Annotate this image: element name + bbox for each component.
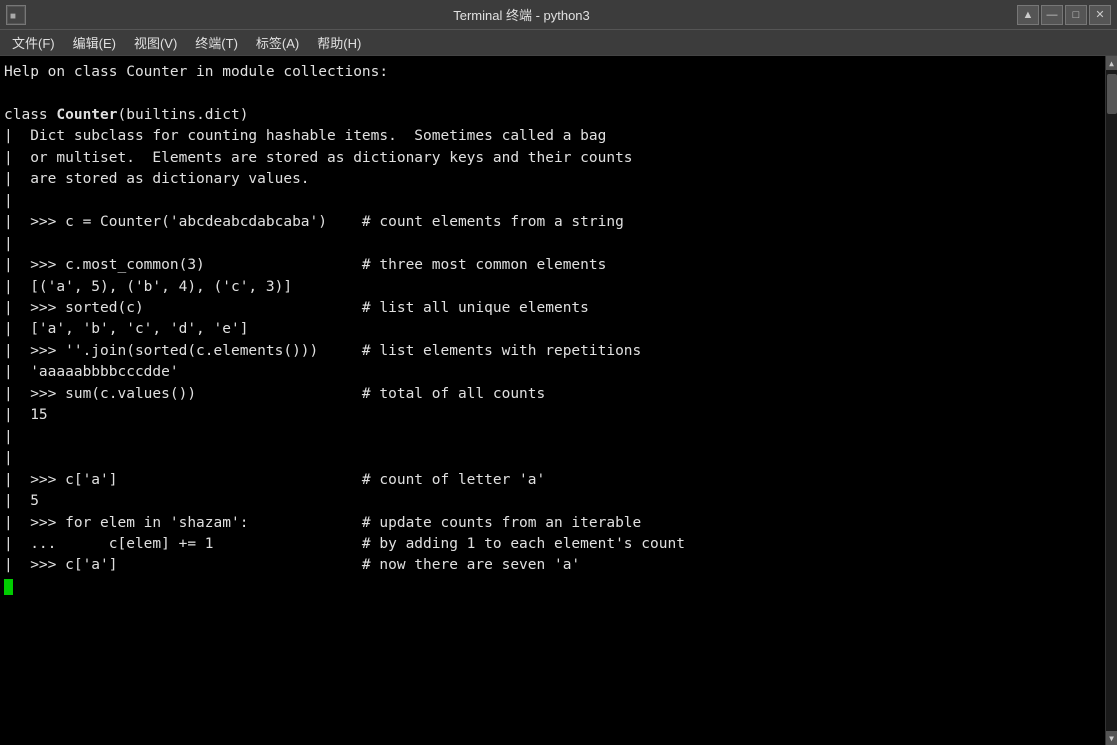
scroll-up-button[interactable]: ▲ (1106, 56, 1117, 70)
menu-tabs[interactable]: 标签(A) (248, 31, 307, 54)
terminal-icon: ■ (6, 5, 26, 25)
restore-button[interactable]: ▲ (1017, 5, 1039, 25)
terminal-wrapper: Help on class Counter in module collecti… (0, 56, 1117, 745)
title-bar-left: ■ (6, 5, 26, 25)
close-button[interactable]: ✕ (1089, 5, 1111, 25)
menu-bar: 文件(F) 编辑(E) 视图(V) 终端(T) 标签(A) 帮助(H) (0, 30, 1117, 56)
cursor (4, 579, 13, 595)
scrollbar[interactable]: ▲ ▼ (1105, 56, 1117, 745)
scrollbar-thumb[interactable] (1107, 74, 1117, 114)
menu-edit[interactable]: 编辑(E) (65, 31, 124, 54)
scroll-down-button[interactable]: ▼ (1106, 731, 1117, 745)
menu-help[interactable]: 帮助(H) (309, 31, 369, 54)
menu-terminal[interactable]: 终端(T) (187, 31, 246, 54)
terminal-output[interactable]: Help on class Counter in module collecti… (0, 56, 1105, 745)
scrollbar-track[interactable] (1106, 70, 1117, 731)
minimize-button[interactable]: — (1041, 5, 1063, 25)
menu-file[interactable]: 文件(F) (4, 31, 63, 54)
window-title: Terminal 终端 - python3 (26, 5, 1017, 24)
title-bar: ■ Terminal 终端 - python3 ▲ — □ ✕ (0, 0, 1117, 30)
title-bar-controls: ▲ — □ ✕ (1017, 5, 1111, 25)
menu-view[interactable]: 视图(V) (126, 31, 185, 54)
maximize-button[interactable]: □ (1065, 5, 1087, 25)
svg-text:■: ■ (10, 12, 16, 23)
